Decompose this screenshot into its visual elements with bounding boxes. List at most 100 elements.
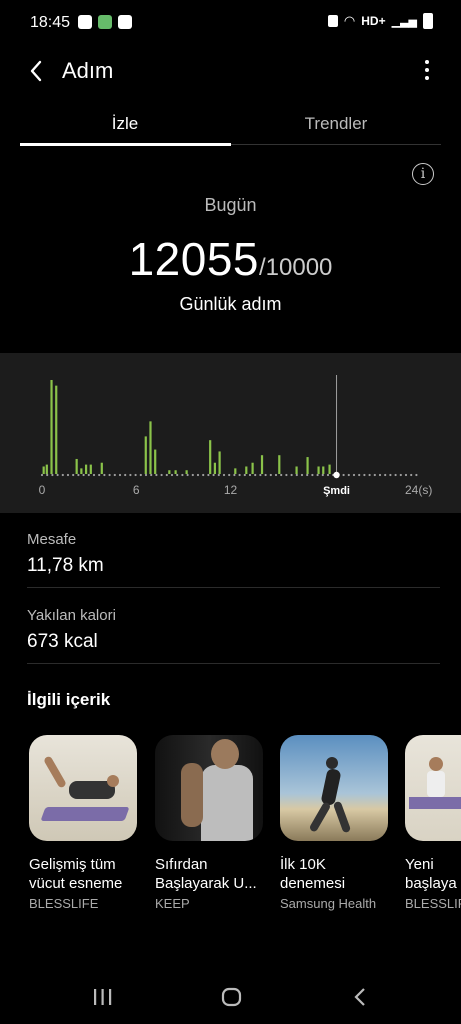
baseline-dot [254, 473, 257, 477]
app-notification-icon [118, 15, 132, 29]
steps-chart-panel[interactable]: 0 6 12 Şmdi 24(s) [0, 353, 461, 513]
baseline-dot [306, 473, 309, 477]
recent-apps-icon[interactable] [92, 988, 114, 1006]
baseline-dot [347, 473, 350, 477]
baseline-dot [217, 473, 220, 477]
baseline-dot [150, 473, 153, 477]
back-nav-icon[interactable] [352, 987, 368, 1007]
chart-bar-9 [144, 436, 147, 474]
home-app-icon [98, 15, 112, 29]
content-card-beginner[interactable]: Sıfırdan Başlayarak U... KEEP [155, 735, 263, 911]
chart-bar-12 [168, 470, 171, 474]
baseline-dot [238, 473, 241, 477]
baseline-dot [404, 473, 408, 477]
chart-bar-2 [50, 380, 53, 474]
chart-bar-18 [234, 468, 237, 474]
card-title: Sıfırdan Başlayarak U... [155, 856, 257, 892]
baseline-dot [61, 473, 64, 477]
network-label: HD+ [361, 14, 386, 28]
baseline-dot [290, 473, 293, 477]
baseline-dot [389, 473, 392, 477]
baseline-dot [165, 473, 168, 477]
related-title: İlgili içerik [27, 690, 111, 709]
chart-bar-27 [328, 464, 331, 474]
chart-bar-8 [100, 462, 103, 474]
content-card-partial[interactable]: Yeni başlaya BLESSLIF [405, 735, 461, 911]
baseline-dot [40, 473, 44, 477]
baseline-dot [311, 473, 314, 477]
x-tick-label: 24(s) [405, 483, 432, 497]
baseline-dot [300, 473, 304, 477]
distance-value: 11,78 km [27, 555, 104, 576]
card-thumbnail [155, 735, 263, 841]
content-card-10k[interactable]: İlk 10K denemesi Samsung Health [280, 735, 388, 911]
card-source: BLESSLIF [405, 896, 461, 911]
tab-izle[interactable]: İzle [20, 114, 230, 134]
info-icon[interactable]: i [412, 163, 434, 185]
baseline-dot [144, 473, 148, 477]
baseline-dot [368, 473, 371, 477]
baseline-dot [233, 473, 236, 477]
battery-icon [423, 13, 433, 29]
baseline-dot [113, 473, 116, 477]
baseline-dot [394, 473, 397, 477]
baseline-dot [98, 473, 101, 477]
baseline-dot [222, 473, 226, 477]
chart-bar-11 [154, 449, 157, 474]
baseline-dot [352, 473, 356, 477]
baseline-dot [46, 473, 49, 477]
baseline-dot [176, 473, 179, 477]
steps-value: 12055 [128, 233, 259, 285]
baseline-dot [248, 473, 252, 477]
baseline-dot [373, 473, 376, 477]
baseline-dot [103, 473, 106, 477]
chart-bar-4 [75, 458, 78, 474]
chart-bar-6 [84, 464, 88, 474]
baseline-dot [274, 473, 278, 477]
baseline-dot [384, 473, 387, 477]
card-title: İlk 10K denemesi [280, 856, 346, 892]
calories-label: Yakılan kalori [27, 607, 116, 624]
baseline-dot [285, 473, 288, 477]
baseline-dot [264, 473, 267, 477]
baseline-dot [259, 473, 262, 477]
chart-bar-5 [80, 468, 83, 474]
chart-bar-14 [185, 470, 188, 474]
card-thumbnail [280, 735, 388, 841]
baseline-dot [363, 473, 366, 477]
baseline-dot [326, 473, 330, 477]
distance-label: Mesafe [27, 531, 77, 548]
baseline-dot [321, 473, 324, 477]
divider [27, 663, 440, 664]
baseline-dot [82, 473, 85, 477]
wifi-icon: ◠ [343, 13, 356, 28]
x-tick-label: 0 [39, 483, 46, 497]
more-options-icon[interactable] [423, 60, 431, 82]
baseline-dot [139, 473, 142, 477]
content-card-stretch[interactable]: Gelişmiş tüm vücut esneme BLESSLIFE [29, 735, 137, 911]
chart-bar-3 [55, 385, 58, 474]
baseline-dot [207, 473, 210, 477]
card-thumbnail [29, 735, 137, 841]
card-title: Yeni başlaya [405, 856, 457, 892]
divider [27, 587, 440, 588]
now-marker-dot [333, 471, 340, 479]
baseline-dot [129, 473, 132, 477]
x-tick-label: Şmdi [323, 485, 350, 497]
card-source: Samsung Health [280, 896, 377, 911]
back-arrow-icon[interactable] [26, 58, 48, 84]
home-icon[interactable] [221, 987, 243, 1007]
tab-indicator [20, 143, 231, 146]
baseline-dot [378, 473, 382, 477]
x-tick-label: 12 [224, 483, 238, 497]
signal-icon: ▁▃▅ [391, 15, 417, 28]
tab-trendler[interactable]: Trendler [231, 114, 441, 134]
card-thumbnail [405, 735, 461, 841]
baseline-dot [92, 473, 96, 477]
chart-bar-7 [89, 464, 92, 474]
baseline-dot [342, 473, 345, 477]
baseline-dot [295, 473, 298, 477]
baseline-dot [410, 473, 413, 477]
baseline-dot [72, 473, 75, 477]
baseline-dot [66, 473, 70, 477]
